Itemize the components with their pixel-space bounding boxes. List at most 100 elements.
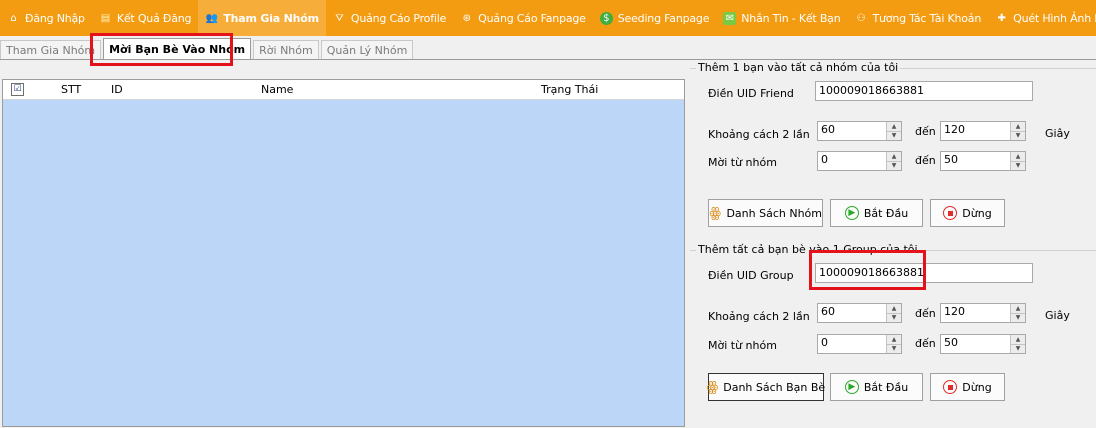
button-label: Danh Sách Nhóm — [726, 206, 822, 220]
document-icon: ▤ — [100, 12, 110, 24]
interval-to-value: 120 — [944, 305, 965, 318]
column-stt[interactable]: STT — [61, 83, 81, 96]
group-icon: 👥 — [205, 12, 218, 24]
spinner[interactable]: ▲ ▼ — [886, 335, 901, 353]
tab-roi-nhom[interactable]: Rời Nhóm — [253, 40, 319, 60]
spinner[interactable]: ▲ ▼ — [886, 152, 901, 170]
play-icon: ▶ — [844, 380, 859, 394]
users-icon: ⚇ — [856, 12, 866, 24]
menu-label: Quảng Cáo Fanpage — [478, 11, 586, 25]
button-label: Bắt Đầu — [863, 380, 909, 394]
tab-quan-ly-nhom[interactable]: Quản Lý Nhóm — [320, 40, 414, 60]
tab-tham-gia-nhom[interactable]: Tham Gia Nhóm — [0, 40, 102, 60]
spin-down-icon[interactable]: ▼ — [1011, 161, 1025, 170]
group-icon: ꙮ — [706, 379, 719, 395]
grid-header: ☑ STT ID Name Trạng Thái — [3, 80, 684, 100]
column-id[interactable]: ID — [111, 83, 123, 96]
invite-from-stepper[interactable]: 0 ▲ ▼ — [817, 151, 902, 171]
button-label: Bắt Đầu — [863, 206, 909, 220]
stop-icon — [943, 206, 958, 220]
top-menu: ⌂ Đăng Nhập ▤ Kết Quả Đăng 👥 Tham Gia Nhóm … — [0, 0, 1096, 36]
button-label: Danh Sách Bạn Bè — [723, 380, 826, 394]
dollar-icon: $ — [599, 11, 613, 25]
spin-down-icon[interactable]: ▼ — [1011, 313, 1025, 322]
profile-icon: ⛛ — [335, 12, 344, 24]
uid-friend-label: Điền UID Friend — [708, 87, 794, 100]
unit-label: Giây — [1045, 127, 1070, 140]
stop-button[interactable]: Dừng — [930, 373, 1005, 401]
invite-from-label: Mời từ nhóm — [708, 339, 777, 352]
sms-icon: ✉ — [723, 11, 737, 25]
column-status[interactable]: Trạng Thái — [541, 83, 598, 96]
group1-title: Thêm 1 bạn vào tất cả nhóm của tôi — [696, 61, 901, 74]
spin-down-icon[interactable]: ▼ — [887, 313, 901, 322]
spinner[interactable]: ▲ ▼ — [1010, 304, 1025, 322]
select-all-checkbox[interactable]: ☑ — [11, 83, 24, 96]
menu-tham-gia-nhom[interactable]: 👥 Tham Gia Nhóm — [198, 0, 326, 36]
menu-label: Kết Quả Đăng — [116, 11, 192, 25]
invite-to-value: 50 — [944, 153, 958, 166]
invite-from-value: 0 — [821, 153, 828, 166]
invite-from-label: Mời từ nhóm — [708, 156, 777, 169]
stop-button[interactable]: Dừng — [930, 199, 1005, 227]
invite-from-stepper[interactable]: 0 ▲ ▼ — [817, 334, 902, 354]
uid-group-label: Điền UID Group — [708, 269, 794, 282]
highlight-box-tab — [90, 33, 233, 66]
interval-from-stepper[interactable]: 60 ▲ ▼ — [817, 303, 902, 323]
menu-label: Đăng Nhập — [25, 11, 85, 25]
spinner[interactable]: ▲ ▼ — [886, 122, 901, 140]
menu-quang-cao-profile[interactable]: ⛛ Quảng Cáo Profile — [326, 0, 453, 36]
column-name[interactable]: Name — [261, 83, 293, 96]
stop-icon — [943, 380, 958, 394]
friend-list-button[interactable]: ꙮ Danh Sách Bạn Bè — [706, 373, 826, 401]
spin-down-icon[interactable]: ▼ — [1011, 131, 1025, 140]
interval-from-value: 60 — [821, 123, 835, 136]
invite-to-stepper[interactable]: 50 ▲ ▼ — [940, 334, 1026, 354]
menu-label: Nhắn Tin - Kết Bạn — [741, 11, 841, 25]
group-add-friend-to-groups: Thêm 1 bạn vào tất cả nhóm của tôi Điền … — [690, 61, 1096, 239]
member-grid[interactable]: ☑ STT ID Name Trạng Thái — [2, 79, 685, 427]
menu-quet-hinh-anh[interactable]: ✚ Quét Hình Ảnh Ba — [988, 0, 1096, 36]
interval-to-stepper[interactable]: 120 ▲ ▼ — [940, 303, 1026, 323]
home-icon: ⌂ — [10, 12, 17, 24]
invite-to-stepper[interactable]: 50 ▲ ▼ — [940, 151, 1026, 171]
menu-seeding-fanpage[interactable]: $ Seeding Fanpage — [593, 0, 717, 36]
to-label: đến — [915, 307, 936, 320]
menu-tuong-tac-tai-khoan[interactable]: ⚇ Tương Tác Tài Khoản — [848, 0, 989, 36]
interval-from-value: 60 — [821, 305, 835, 318]
menu-label: Tương Tác Tài Khoản — [872, 11, 982, 25]
spinner[interactable]: ▲ ▼ — [1010, 335, 1025, 353]
menu-label: Tham Gia Nhóm — [223, 11, 319, 25]
highlight-box-uid — [809, 250, 926, 290]
invite-to-value: 50 — [944, 336, 958, 349]
spin-down-icon[interactable]: ▼ — [887, 131, 901, 140]
button-label: Dừng — [962, 206, 992, 220]
to-label: đến — [915, 337, 936, 350]
menu-label: Quảng Cáo Profile — [350, 11, 447, 25]
uid-friend-input[interactable]: 100009018663881 — [815, 81, 1033, 101]
spinner[interactable]: ▲ ▼ — [1010, 152, 1025, 170]
play-icon: ▶ — [844, 206, 859, 220]
start-button[interactable]: ▶ Bắt Đầu — [830, 199, 923, 227]
menu-ket-qua-dang[interactable]: ▤ Kết Quả Đăng — [92, 0, 198, 36]
unit-label: Giây — [1045, 309, 1070, 322]
spin-down-icon[interactable]: ▼ — [887, 161, 901, 170]
interval-from-stepper[interactable]: 60 ▲ ▼ — [817, 121, 902, 141]
spin-down-icon[interactable]: ▼ — [887, 344, 901, 353]
scan-icon: ✚ — [997, 12, 1006, 24]
menu-quang-cao-fanpage[interactable]: ⊛ Quảng Cáo Fanpage — [453, 0, 593, 36]
start-button[interactable]: ▶ Bắt Đầu — [830, 373, 923, 401]
menu-label: Quét Hình Ảnh Ba — [1013, 11, 1096, 25]
spin-down-icon[interactable]: ▼ — [1011, 344, 1025, 353]
spinner[interactable]: ▲ ▼ — [1010, 122, 1025, 140]
button-label: Dừng — [962, 380, 992, 394]
menu-dang-nhap[interactable]: ⌂ Đăng Nhập — [0, 0, 92, 36]
interval-to-stepper[interactable]: 120 ▲ ▼ — [940, 121, 1026, 141]
group-list-button[interactable]: ꙮ Danh Sách Nhóm — [708, 199, 823, 227]
invite-from-value: 0 — [821, 336, 828, 349]
menu-nhan-tin-ket-ban[interactable]: ✉ Nhắn Tin - Kết Bạn — [716, 0, 847, 36]
spinner[interactable]: ▲ ▼ — [886, 304, 901, 322]
to-label: đến — [915, 154, 936, 167]
to-label: đến — [915, 125, 936, 138]
group-icon: ꙮ — [709, 205, 721, 221]
